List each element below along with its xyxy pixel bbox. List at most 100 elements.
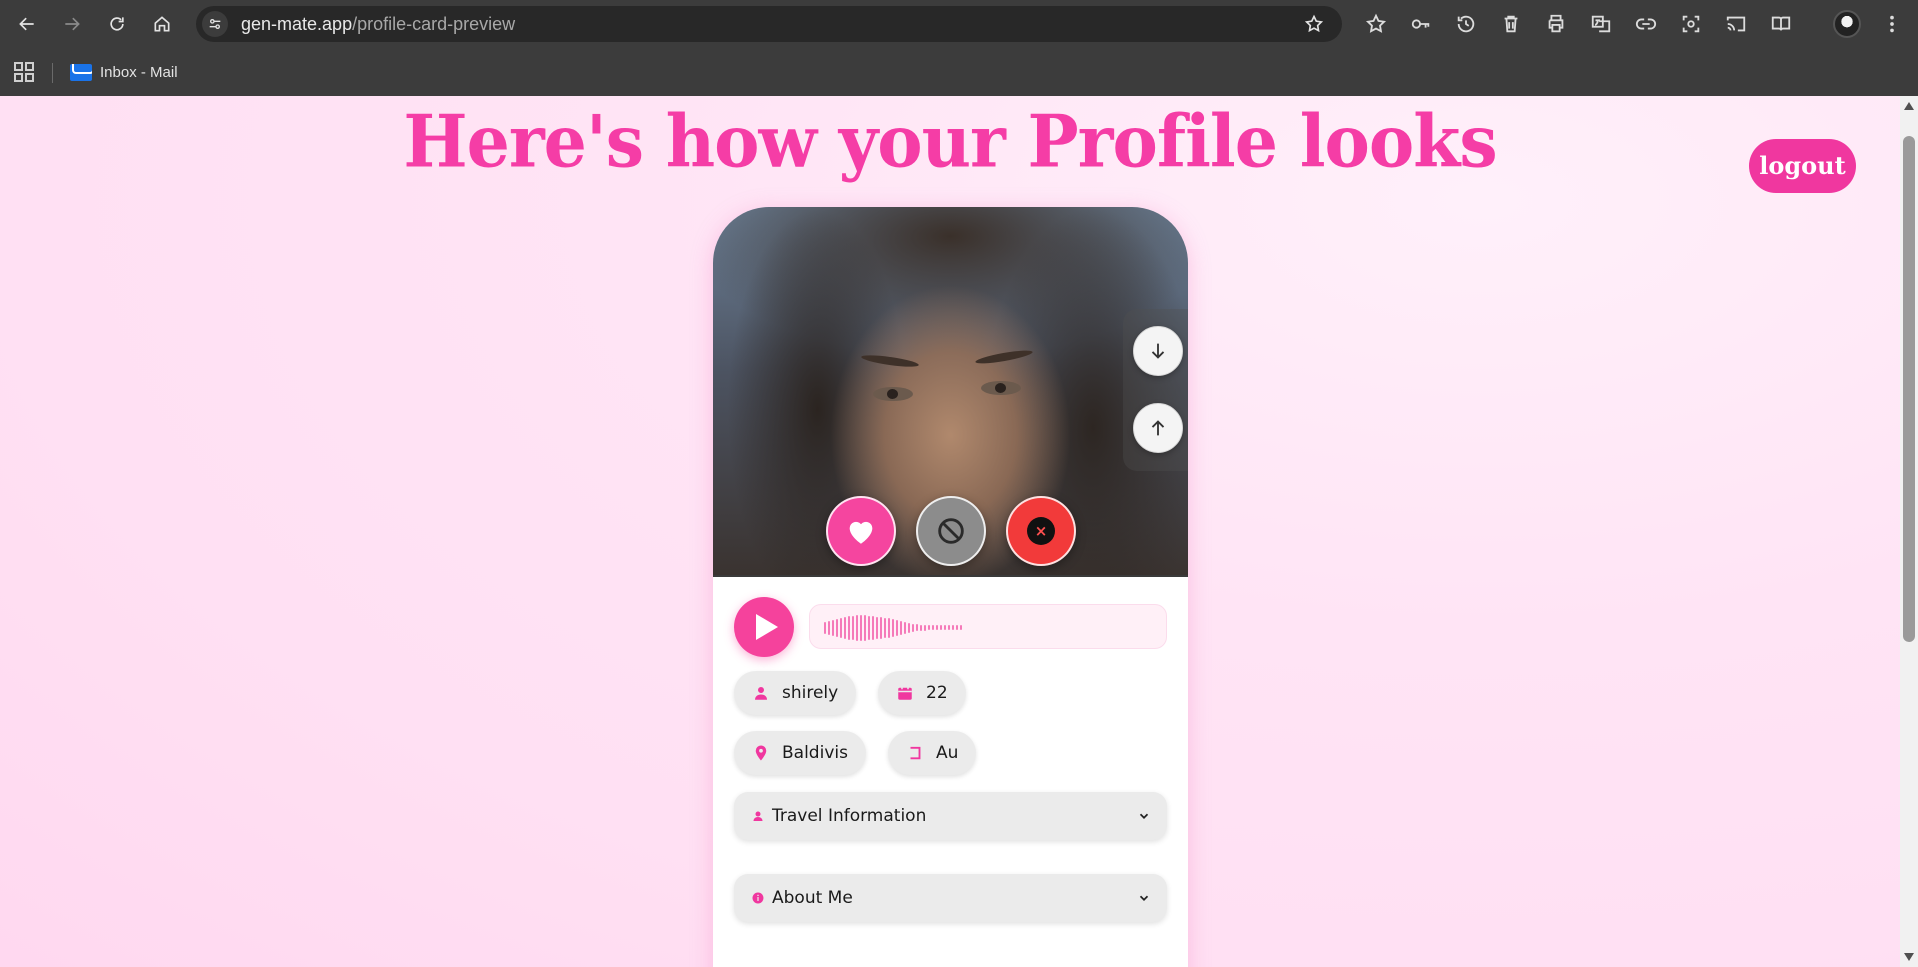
cast-button[interactable] <box>1722 10 1750 38</box>
trash-icon <box>1504 15 1518 33</box>
arrow-up-icon <box>1151 420 1165 436</box>
pass-button[interactable]: × <box>1006 496 1076 566</box>
bookmarks-separator <box>52 63 53 83</box>
profile-photo[interactable]: × <box>713 207 1188 575</box>
waveform-bar <box>844 616 846 639</box>
back-button[interactable] <box>10 7 44 41</box>
logout-button[interactable]: logout <box>1749 139 1856 193</box>
waveform-bar <box>932 625 934 630</box>
audio-waveform[interactable] <box>809 604 1167 649</box>
camera-scan-icon <box>1682 15 1700 33</box>
waveform-bar <box>920 624 922 631</box>
country-chip: Au <box>888 731 977 775</box>
person-icon <box>753 811 763 821</box>
block-icon <box>938 518 964 544</box>
site-info-button[interactable] <box>202 11 228 37</box>
cast-icon <box>1726 16 1746 32</box>
browser-profile-avatar[interactable] <box>1833 10 1861 38</box>
browser-menu-button[interactable] <box>1878 10 1906 38</box>
page-scrollbar[interactable] <box>1900 96 1918 967</box>
like-button[interactable] <box>826 496 896 566</box>
bookmark-star-icon[interactable] <box>1304 14 1324 34</box>
arrow-left-icon <box>19 17 34 31</box>
waveform-bar <box>832 619 834 636</box>
heart-icon <box>849 521 873 544</box>
travel-information-section[interactable]: Travel Information <box>734 792 1167 840</box>
delete-button[interactable] <box>1497 10 1525 38</box>
arrow-right-icon <box>65 17 80 31</box>
waveform-bars <box>824 605 962 650</box>
link-icon <box>1635 18 1657 30</box>
flag-icon <box>910 746 921 760</box>
section-label: Travel Information <box>772 806 927 826</box>
block-button[interactable] <box>916 496 986 566</box>
bookmark-all-button[interactable] <box>1362 10 1390 38</box>
location-pin-icon <box>755 745 767 761</box>
person-icon <box>755 687 767 700</box>
photo-detail <box>981 381 1021 395</box>
location-chip: Baldivis <box>734 731 866 775</box>
country-value: Au <box>936 743 959 763</box>
copy-link-button[interactable] <box>1632 10 1660 38</box>
reading-mode-button[interactable] <box>1767 10 1795 38</box>
page-title: Here's how your Profile looks <box>403 99 1497 185</box>
scroll-down-arrow-icon[interactable] <box>1904 953 1914 961</box>
about-me-section[interactable]: About Me <box>734 874 1167 922</box>
waveform-bar <box>828 620 830 635</box>
scroll-up-arrow-icon[interactable] <box>1904 102 1914 110</box>
translate-button[interactable] <box>1587 10 1615 38</box>
waveform-bar <box>908 622 910 633</box>
next-photo-button[interactable] <box>1133 326 1183 376</box>
section-label: About Me <box>772 888 853 908</box>
waveform-bar <box>860 614 862 641</box>
url-path: /profile-card-preview <box>352 14 516 34</box>
apps-grid-icon[interactable] <box>12 60 36 84</box>
home-icon <box>154 16 170 32</box>
waveform-bar <box>904 621 906 634</box>
waveform-bar <box>880 616 882 639</box>
waveform-bar <box>868 615 870 640</box>
waveform-bar <box>960 625 962 630</box>
previous-photo-button[interactable] <box>1133 403 1183 453</box>
age-chip: 22 <box>878 671 966 715</box>
waveform-bar <box>956 625 958 630</box>
waveform-bar <box>864 614 866 641</box>
reload-button[interactable] <box>100 7 134 41</box>
waveform-bar <box>856 614 858 641</box>
waveform-bar <box>948 625 950 630</box>
waveform-bar <box>824 621 826 634</box>
arrow-down-icon <box>1151 343 1165 359</box>
more-vertical-icon <box>1890 15 1894 33</box>
name-chip: shirely <box>734 671 857 715</box>
photo-detail <box>860 353 920 369</box>
bookmark-inbox-mail[interactable]: Inbox - Mail <box>70 60 178 84</box>
history-button[interactable] <box>1452 10 1480 38</box>
print-button[interactable] <box>1542 10 1570 38</box>
forward-button[interactable] <box>55 7 89 41</box>
photo-divider <box>713 575 1188 577</box>
waveform-bar <box>940 625 942 630</box>
waveform-bar <box>840 617 842 638</box>
waveform-bar <box>888 617 890 638</box>
chevron-down-icon <box>1139 813 1149 819</box>
calendar-icon <box>898 685 912 700</box>
scroll-thumb[interactable] <box>1903 136 1915 642</box>
page-viewport: Here's how your Profile looks logout × s… <box>0 96 1900 967</box>
history-icon <box>1457 15 1475 33</box>
close-icon: × <box>1027 517 1055 545</box>
url-text[interactable]: gen-mate.app/profile-card-preview <box>241 6 515 42</box>
photo-detail <box>873 387 913 401</box>
home-button[interactable] <box>145 7 179 41</box>
location-value: Baldivis <box>782 743 848 763</box>
address-bar[interactable]: gen-mate.app/profile-card-preview <box>196 6 1342 42</box>
passwords-button[interactable] <box>1407 10 1435 38</box>
book-icon <box>1771 16 1791 31</box>
play-audio-button[interactable] <box>734 597 794 657</box>
waveform-bar <box>912 623 914 632</box>
waveform-bar <box>876 616 878 639</box>
screenshot-button[interactable] <box>1677 10 1705 38</box>
url-domain: gen-mate.app <box>241 14 353 34</box>
star-list-icon <box>1365 13 1387 33</box>
waveform-bar <box>848 615 850 640</box>
waveform-bar <box>944 625 946 630</box>
